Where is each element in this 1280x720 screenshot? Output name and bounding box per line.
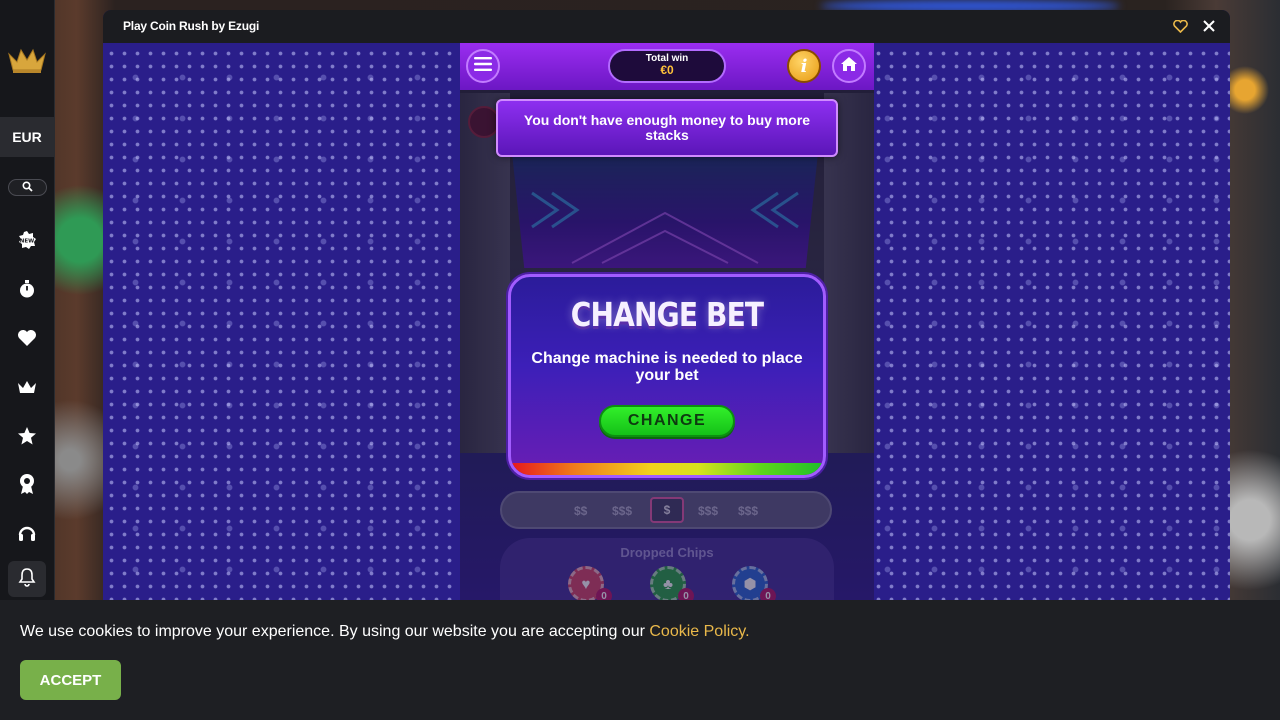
modal-message: Change machine is needed to place your b… xyxy=(531,350,803,384)
currency-selector[interactable]: EUR xyxy=(0,117,54,157)
total-win-display: Total win €0 xyxy=(608,49,726,83)
close-icon[interactable] xyxy=(1201,18,1217,34)
cookie-banner: We use cookies to improve your experienc… xyxy=(0,600,1280,720)
toast-message: You don't have enough money to buy more … xyxy=(523,112,811,143)
star-icon[interactable] xyxy=(14,423,40,449)
menu-button[interactable] xyxy=(466,49,500,83)
notifications-button[interactable] xyxy=(8,561,46,597)
game-window: Play Coin Rush by Ezugi $$ $$$ $ $$$ $$$… xyxy=(103,10,1230,600)
crown-logo-icon[interactable] xyxy=(7,44,47,74)
home-button[interactable] xyxy=(832,49,866,83)
heart-icon[interactable] xyxy=(14,325,40,351)
modal-title: CHANGE BET xyxy=(570,295,764,334)
change-button-label: CHANGE xyxy=(627,412,707,429)
cookie-policy-link[interactable]: Cookie Policy. xyxy=(649,623,749,640)
game-area: $$ $$$ $ $$$ $$$ Dropped Chips ♥ 0 ♣ 0 ⬢… xyxy=(103,43,1230,600)
svg-text:NEW: NEW xyxy=(20,239,34,245)
cookie-text: We use cookies to improve your experienc… xyxy=(20,623,645,640)
info-icon: i xyxy=(800,55,808,77)
crown-icon[interactable] xyxy=(14,374,40,400)
accept-button[interactable]: ACCEPT xyxy=(20,660,121,700)
bell-icon xyxy=(18,567,36,592)
stopwatch-icon[interactable] xyxy=(14,276,40,302)
game-title: Play Coin Rush by Ezugi xyxy=(123,19,260,33)
accept-label: ACCEPT xyxy=(39,671,102,689)
search-button[interactable] xyxy=(8,179,47,196)
hamburger-icon xyxy=(474,56,492,76)
info-button[interactable]: i xyxy=(787,49,821,83)
game-top-bar: Total win €0 i xyxy=(460,43,874,90)
cookie-message: We use cookies to improve your experienc… xyxy=(20,623,750,641)
game-titlebar: Play Coin Rush by Ezugi xyxy=(103,10,1230,43)
rainbow-bar xyxy=(511,463,823,475)
insufficient-funds-toast: You don't have enough money to buy more … xyxy=(496,99,838,157)
award-icon[interactable] xyxy=(14,471,40,497)
total-win-value: €0 xyxy=(660,63,674,77)
new-badge-icon[interactable]: NEW xyxy=(14,227,40,253)
sidebar: EUR NEW xyxy=(0,0,55,600)
search-icon xyxy=(22,179,33,197)
favorite-heart-icon[interactable] xyxy=(1172,18,1188,34)
home-icon xyxy=(840,56,858,77)
headset-icon[interactable] xyxy=(14,520,40,546)
game-viewport[interactable]: $$ $$$ $ $$$ $$$ Dropped Chips ♥ 0 ♣ 0 ⬢… xyxy=(460,43,874,600)
change-button[interactable]: CHANGE xyxy=(599,405,735,437)
change-bet-modal: CHANGE BET Change machine is needed to p… xyxy=(508,274,826,478)
currency-label: EUR xyxy=(12,129,42,145)
